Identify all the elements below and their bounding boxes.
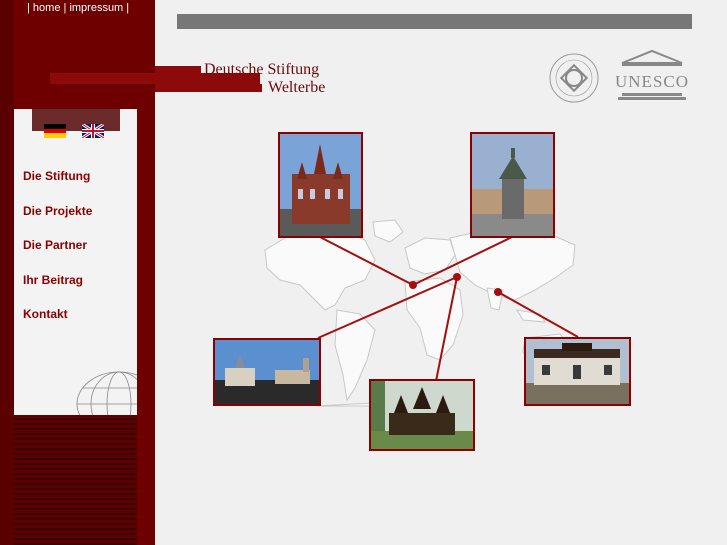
location-marker[interactable] — [453, 273, 461, 281]
connector-lines — [317, 236, 579, 382]
photo-wooden-church[interactable] — [369, 379, 475, 451]
photo-stralsund-townhall[interactable] — [278, 132, 363, 238]
photo-quedlinburg[interactable] — [213, 338, 321, 406]
photo-monastery[interactable] — [524, 337, 631, 406]
location-marker[interactable] — [494, 288, 502, 296]
photo-wismar-wasserkunst[interactable] — [470, 132, 555, 238]
location-marker[interactable] — [409, 281, 417, 289]
